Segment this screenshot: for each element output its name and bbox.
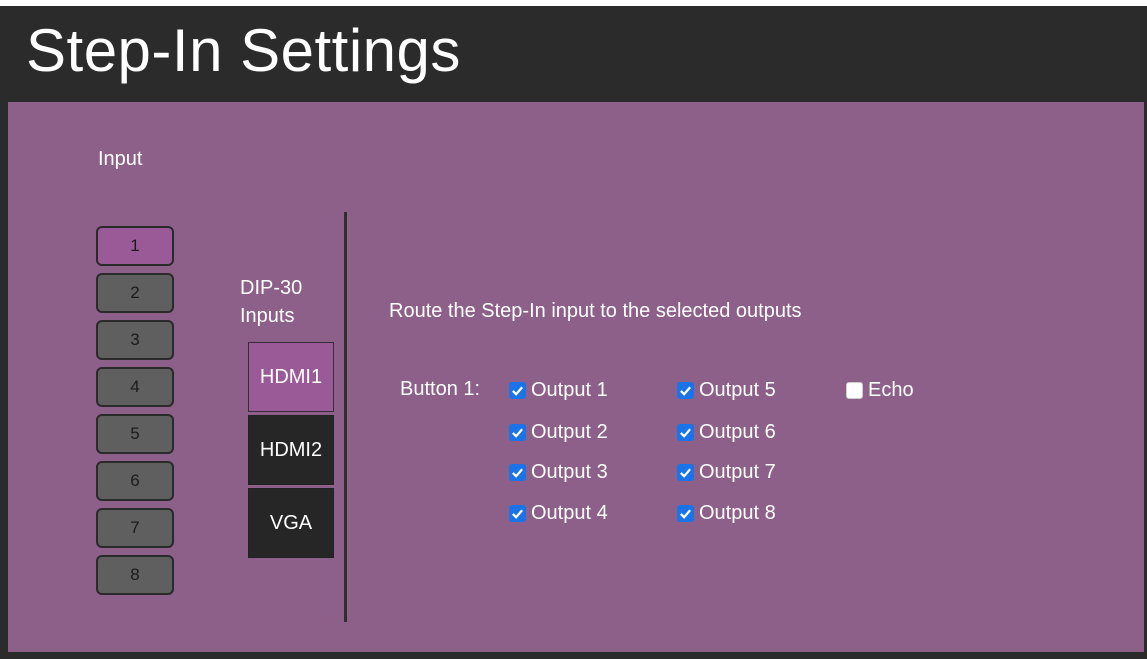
settings-frame: Step-In Settings Input 1 2 3 4 5 6 7 8 D… [0, 6, 1147, 659]
output-6-checkbox[interactable] [677, 423, 694, 441]
check-icon [512, 428, 523, 438]
button-number-label: Button 1: [400, 378, 481, 400]
input-button-3[interactable]: 3 [96, 320, 174, 360]
output-2-checkbox[interactable] [509, 423, 526, 441]
output-5-label: Output 5 [699, 378, 776, 401]
input-button-4[interactable]: 4 [96, 367, 174, 407]
check-icon [512, 468, 523, 478]
vertical-divider [344, 212, 347, 622]
input-button-2[interactable]: 2 [96, 273, 174, 313]
output-4-option[interactable]: Output 4 [509, 500, 608, 526]
input-button-6[interactable]: 6 [96, 461, 174, 501]
dip-label-line1: DIP-30 [240, 277, 303, 299]
output-5-option[interactable]: Output 5 [677, 377, 776, 403]
check-icon [680, 468, 691, 478]
echo-checkbox[interactable] [846, 381, 863, 399]
page-title: Step-In Settings [26, 17, 461, 84]
check-icon [680, 386, 691, 396]
source-button-hdmi2[interactable]: HDMI2 [248, 415, 334, 485]
echo-option[interactable]: Echo [846, 377, 914, 403]
source-button-vga[interactable]: VGA [248, 488, 334, 558]
input-button-1[interactable]: 1 [96, 226, 174, 266]
check-icon [512, 509, 523, 519]
output-3-label: Output 3 [531, 460, 608, 483]
check-icon [512, 386, 523, 396]
echo-label: Echo [868, 378, 914, 401]
output-8-checkbox[interactable] [677, 504, 694, 522]
input-button-5[interactable]: 5 [96, 414, 174, 454]
output-4-label: Output 4 [531, 501, 608, 524]
output-2-label: Output 2 [531, 420, 608, 443]
settings-panel: Input 1 2 3 4 5 6 7 8 DIP-30 Inputs HDMI… [8, 102, 1144, 652]
output-7-checkbox[interactable] [677, 463, 694, 481]
output-2-option[interactable]: Output 2 [509, 419, 608, 445]
source-button-hdmi1[interactable]: HDMI1 [248, 342, 334, 412]
output-6-label: Output 6 [699, 420, 776, 443]
output-5-checkbox[interactable] [677, 381, 694, 399]
output-7-label: Output 7 [699, 460, 776, 483]
route-instruction: Route the Step-In input to the selected … [389, 300, 802, 322]
output-7-option[interactable]: Output 7 [677, 459, 776, 485]
output-8-option[interactable]: Output 8 [677, 500, 776, 526]
output-3-option[interactable]: Output 3 [509, 459, 608, 485]
output-8-label: Output 8 [699, 501, 776, 524]
output-1-label: Output 1 [531, 378, 608, 401]
input-button-7[interactable]: 7 [96, 508, 174, 548]
input-button-8[interactable]: 8 [96, 555, 174, 595]
output-4-checkbox[interactable] [509, 504, 526, 522]
dip-inputs-label: DIP-30 Inputs [240, 274, 340, 330]
check-icon [680, 428, 691, 438]
output-6-option[interactable]: Output 6 [677, 419, 776, 445]
check-icon [680, 509, 691, 519]
input-section-label: Input [98, 148, 143, 170]
output-3-checkbox[interactable] [509, 463, 526, 481]
output-1-option[interactable]: Output 1 [509, 377, 608, 403]
output-1-checkbox[interactable] [509, 381, 526, 399]
dip-label-line2: Inputs [240, 305, 295, 327]
